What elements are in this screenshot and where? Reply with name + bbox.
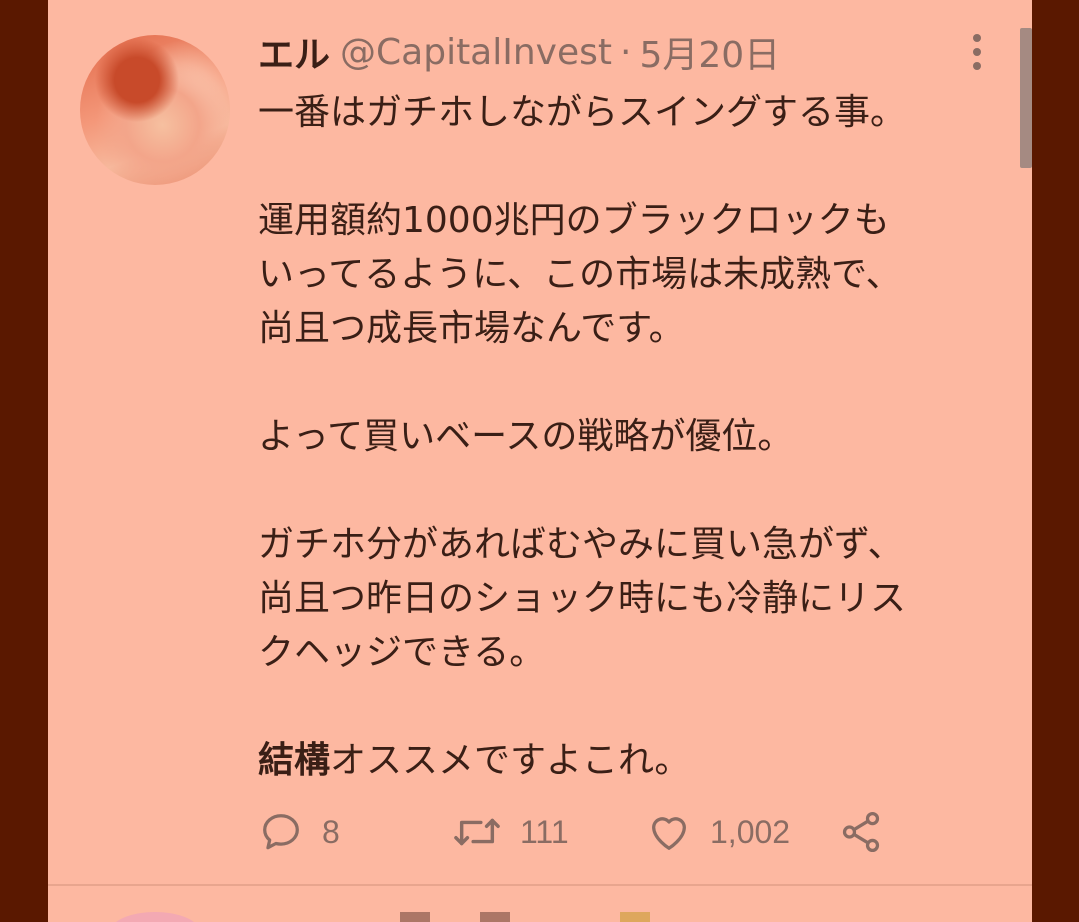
tweet-line-last: 結構オススメですよこれ。: [258, 734, 998, 788]
tweet-header: エル @CapitalInvest · 5月20日: [258, 30, 780, 77]
avatar[interactable]: [80, 35, 230, 185]
tweet-line: 尚且つ昨日のショック時にも冷静にリス: [258, 578, 907, 619]
reply-count: 8: [322, 813, 340, 850]
like-button[interactable]: 1,002: [646, 806, 790, 858]
tweet-text: 一番はガチホしながらスイングする事。 運用額約1000兆円のブラックロックも い…: [258, 86, 998, 788]
retweet-button[interactable]: 111: [452, 806, 569, 858]
tweet-actions: 8 111 1,002: [258, 806, 898, 858]
display-name[interactable]: エル: [258, 26, 330, 78]
tweet-line: よって買いベースの戦略が優位。: [258, 416, 794, 457]
reply-icon: [263, 814, 299, 850]
tweet-line: ガチホ分があればむやみに買い急がず、: [258, 524, 904, 565]
reply-button[interactable]: 8: [258, 806, 340, 858]
scrollbar[interactable]: [1020, 28, 1032, 168]
tweet-line: 尚且つ成長市場なんです。: [258, 308, 685, 349]
heart-icon: [652, 817, 686, 850]
share-icon: [842, 811, 880, 853]
retweet-count: 111: [520, 813, 569, 850]
tweet-date[interactable]: 5月20日: [639, 26, 780, 78]
tweet-line: クヘッジできる。: [258, 632, 546, 673]
bold-text: 結構: [258, 740, 331, 781]
share-button[interactable]: [838, 806, 884, 858]
tweet-line: 運用額約1000兆円のブラックロックも: [258, 200, 890, 241]
divider: [48, 884, 1032, 886]
retweet-icon: [454, 818, 500, 846]
next-tweet-header: [400, 912, 700, 922]
user-handle[interactable]: @CapitalInvest: [340, 32, 612, 73]
separator: ·: [620, 31, 632, 73]
like-count: 1,002: [710, 813, 791, 850]
tweet-line-rest: オススメですよこれ。: [330, 740, 691, 781]
tweet-line: 一番はガチホしながらスイングする事。: [258, 92, 907, 133]
more-vertical-icon[interactable]: [964, 34, 990, 70]
tweet-line: いってるように、この市場は未成熟で、: [258, 254, 902, 295]
